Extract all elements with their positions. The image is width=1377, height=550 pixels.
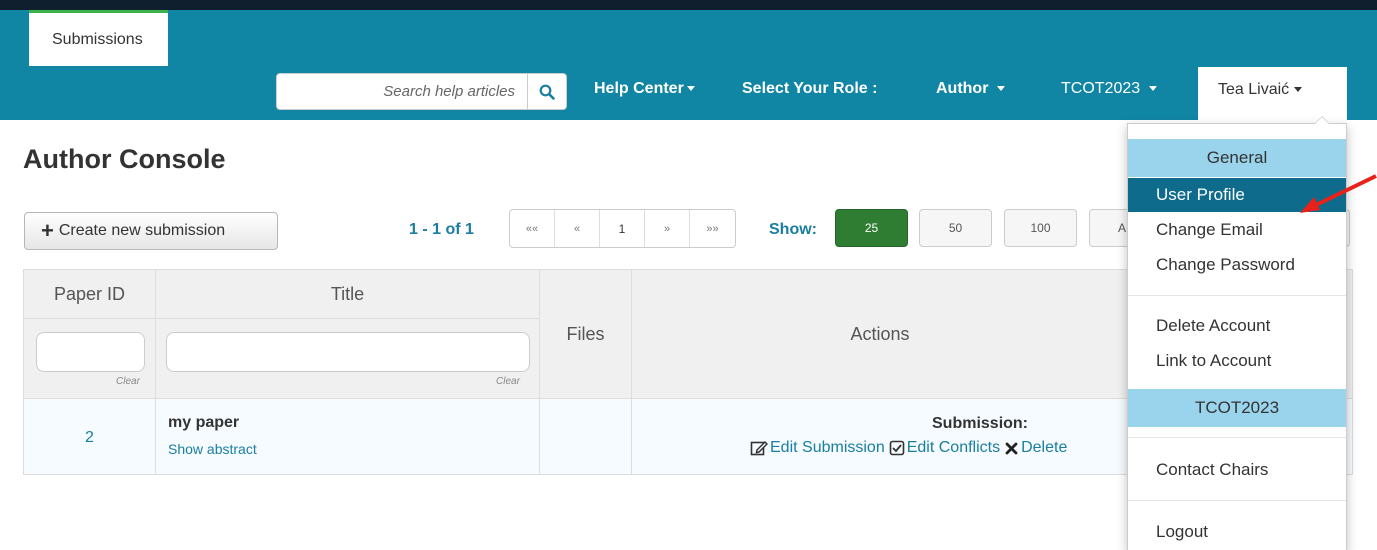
- edit-conflicts-label: Edit Conflicts: [906, 439, 1001, 456]
- search-icon: [539, 84, 555, 100]
- cell-files: [540, 399, 632, 474]
- menu-item-contact-chairs[interactable]: Contact Chairs: [1128, 453, 1346, 487]
- page-prev-button[interactable]: «: [555, 210, 600, 247]
- pagination-range: 1 - 1 of 1: [409, 221, 474, 238]
- create-submission-label: Create new submission: [58, 222, 226, 239]
- chevron-down-icon: [1294, 87, 1303, 93]
- edit-icon: [750, 440, 768, 456]
- submission-label: Submission:: [932, 415, 1029, 432]
- header-paper-id-label: Paper ID: [53, 284, 126, 304]
- chevron-down-icon: [686, 86, 695, 92]
- header-files-label: Files: [566, 324, 605, 344]
- show-25-button[interactable]: 25: [835, 209, 908, 247]
- paper-id-filter-input[interactable]: [36, 332, 145, 372]
- menu-divider: [1128, 437, 1346, 438]
- header-actions-label: Actions: [850, 324, 910, 344]
- menu-divider: [1128, 500, 1346, 501]
- help-search-input[interactable]: [277, 74, 527, 109]
- checkbox-icon: [889, 440, 905, 456]
- role-menu[interactable]: Author: [936, 80, 1006, 98]
- delete-link[interactable]: Delete: [1005, 439, 1067, 457]
- header-title: Title Clear: [156, 270, 540, 399]
- menu-item-change-password[interactable]: Change Password: [1128, 248, 1346, 282]
- tab-submissions[interactable]: Submissions: [29, 10, 168, 66]
- page-first-button[interactable]: ««: [510, 210, 555, 247]
- edit-conflicts-link[interactable]: Edit Conflicts: [889, 439, 1000, 457]
- menu-item-logout[interactable]: Logout: [1128, 515, 1346, 549]
- cell-title: my paper Show abstract: [156, 399, 540, 474]
- edit-submission-label: Edit Submission: [770, 439, 885, 456]
- menu-item-delete-account[interactable]: Delete Account: [1128, 309, 1346, 343]
- conference-menu[interactable]: TCOT2023: [1061, 80, 1158, 98]
- delete-label: Delete: [1021, 439, 1068, 456]
- show-label: Show:: [769, 221, 817, 238]
- chevron-down-icon: [1149, 86, 1158, 92]
- paper-title: my paper: [168, 414, 240, 431]
- edit-submission-link[interactable]: Edit Submission: [750, 439, 885, 457]
- close-icon: [1005, 442, 1018, 454]
- navbar-top-edge: [0, 0, 1377, 10]
- menu-section-conference: TCOT2023: [1128, 389, 1346, 427]
- show-50-button[interactable]: 50: [919, 209, 992, 247]
- page-last-button[interactable]: »»: [690, 210, 735, 247]
- user-name: Tea Livaić: [1218, 81, 1290, 98]
- paper-id-value: 2: [85, 429, 94, 446]
- role-label: Author: [936, 80, 989, 97]
- page-1-button[interactable]: 1: [600, 210, 645, 247]
- search-button[interactable]: [527, 73, 567, 110]
- create-submission-button[interactable]: + Create new submission: [24, 212, 278, 250]
- header-divider: [156, 318, 539, 319]
- title-filter-input[interactable]: [166, 332, 530, 372]
- show-100-button[interactable]: 100: [1004, 209, 1077, 247]
- page-next-button[interactable]: »: [645, 210, 690, 247]
- menu-item-link-to-account[interactable]: Link to Account: [1128, 344, 1346, 378]
- paper-id-clear-link[interactable]: Clear: [116, 376, 140, 387]
- header-files: Files: [540, 270, 632, 399]
- menu-item-change-email[interactable]: Change Email: [1128, 213, 1346, 247]
- plus-icon: +: [41, 218, 54, 243]
- pagination: «« « 1 » »»: [509, 209, 736, 248]
- help-search-box[interactable]: [276, 73, 528, 110]
- action-links: Edit Submission Edit Conflicts Delete: [750, 439, 1067, 457]
- select-role-label: Select Your Role :: [742, 80, 878, 97]
- user-menu-toggle[interactable]: Tea Livaić: [1198, 67, 1347, 120]
- annotation-arrow-icon: [1300, 174, 1377, 213]
- cell-paper-id: 2: [24, 399, 156, 474]
- menu-divider: [1128, 295, 1346, 296]
- title-clear-link[interactable]: Clear: [496, 376, 520, 387]
- header-paper-id: Paper ID Clear: [24, 270, 156, 399]
- chevron-down-icon: [997, 86, 1006, 92]
- show-abstract-link[interactable]: Show abstract: [168, 441, 257, 457]
- header-divider: [24, 318, 155, 319]
- conference-label: TCOT2023: [1061, 80, 1141, 97]
- top-navbar: Submissions Help Center Select Your Role…: [0, 0, 1377, 120]
- help-center-menu[interactable]: Help Center: [594, 80, 695, 98]
- header-title-label: Title: [330, 284, 365, 304]
- help-center-label: Help Center: [594, 80, 684, 97]
- page-title: Author Console: [23, 144, 226, 174]
